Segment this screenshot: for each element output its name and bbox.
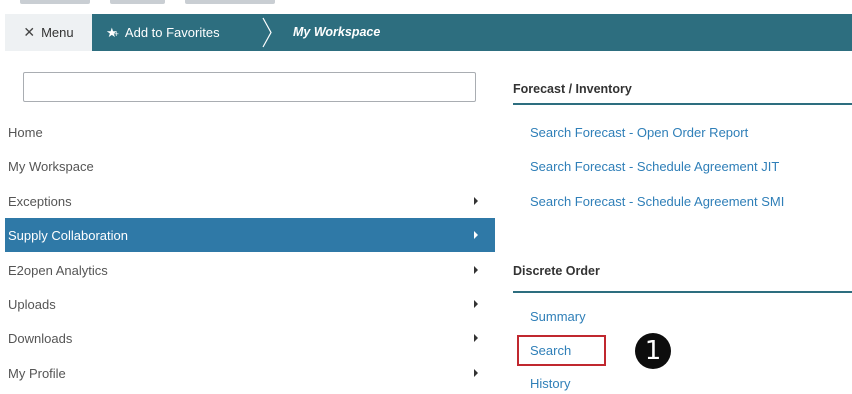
section-divider [513,291,852,293]
nav-item-label: Home [8,124,43,140]
close-icon: ✕ [23,24,36,40]
menu-label: Menu [41,25,74,40]
nav-item-label: Supply Collaboration [8,227,128,243]
top-bar: ✕ Menu ★+ Add to Favorites My Workspace [5,14,852,51]
nav-item-home[interactable]: Home [5,115,495,149]
nav-item-exceptions[interactable]: Exceptions [5,184,495,218]
add-to-favorites-button[interactable]: ★+ Add to Favorites [92,14,256,51]
nav-item-uploads[interactable]: Uploads [5,287,495,321]
nav-item-label: Uploads [8,296,56,312]
star-add-icon: ★+ [106,24,119,40]
clipped-logo-fragment [20,0,90,4]
section-divider [513,103,852,105]
submenu-panel: Forecast / Inventory Search Forecast - O… [495,51,852,394]
menu-panel: Home My Workspace Exceptions Supply Coll… [5,51,495,394]
nav-item-label: Downloads [8,330,73,346]
nav-item-label: Exceptions [8,193,72,209]
nav-item-label: E2open Analytics [8,262,108,278]
add-to-favorites-label: Add to Favorites [124,25,220,40]
submenu-arrow-icon [474,369,478,377]
top-strip [0,0,852,14]
nav-item-my-workspace[interactable]: My Workspace [5,149,495,183]
nav-item-label: My Profile [8,365,66,381]
section-title-discrete-order: Discrete Order [513,264,600,278]
breadcrumb-chevron-icon [262,17,272,48]
link-search-forecast-open-order[interactable]: Search Forecast - Open Order Report [530,125,748,140]
link-discrete-summary[interactable]: Summary [530,309,586,324]
submenu-arrow-icon [474,300,478,308]
submenu-arrow-icon [474,197,478,205]
link-discrete-history[interactable]: History [530,376,570,391]
nav-item-e2open-analytics[interactable]: E2open Analytics [5,253,495,287]
link-search-forecast-smi[interactable]: Search Forecast - Schedule Agreement SMI [530,194,784,209]
nav-item-my-profile[interactable]: My Profile [5,356,495,390]
breadcrumb-my-workspace[interactable]: My Workspace [293,14,380,51]
link-search-forecast-jit[interactable]: Search Forecast - Schedule Agreement JIT [530,159,779,174]
nav-item-label: My Workspace [8,158,94,174]
clipped-logo-fragment [110,0,165,4]
step-number-badge: 1 [635,333,671,369]
submenu-arrow-icon [474,334,478,342]
nav-item-downloads[interactable]: Downloads [5,321,495,355]
menu-search-input[interactable] [23,72,476,102]
submenu-arrow-icon [474,266,478,274]
clipped-logo-fragment [185,0,275,4]
menu-button[interactable]: ✕ Menu [5,14,92,51]
highlight-box [517,335,606,366]
section-title-forecast: Forecast / Inventory [513,82,632,96]
submenu-arrow-icon [474,231,478,239]
nav-item-supply-collaboration[interactable]: Supply Collaboration [5,218,495,252]
